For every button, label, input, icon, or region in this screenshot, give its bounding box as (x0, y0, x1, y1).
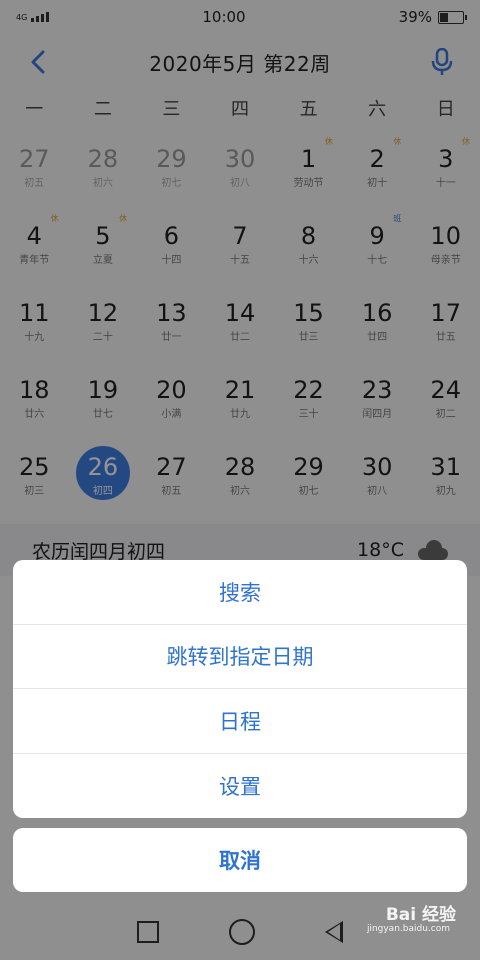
settings-option[interactable]: 设置 (13, 754, 467, 819)
search-option[interactable]: 搜索 (13, 560, 467, 625)
jump-to-date-option[interactable]: 跳转到指定日期 (13, 625, 467, 689)
cancel-button[interactable]: 取消 (13, 828, 467, 892)
watermark-url: jingyan.baidu.com (366, 924, 450, 934)
schedule-option[interactable]: 日程 (13, 689, 467, 754)
watermark-text: Bai 经验 (385, 905, 456, 925)
action-sheet: 搜索 跳转到指定日期 日程 设置 (13, 560, 467, 818)
watermark-logo: Bai 经验 (386, 900, 456, 925)
